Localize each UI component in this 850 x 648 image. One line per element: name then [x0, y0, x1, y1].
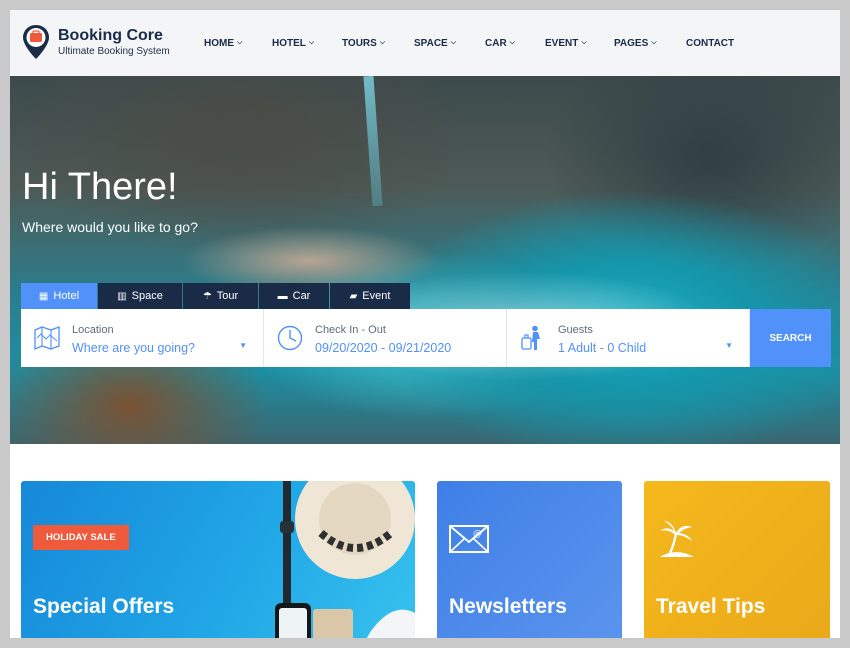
search-form: Location Where are you going? ▼ Check In… [21, 309, 831, 367]
traveler-icon [519, 325, 547, 351]
logo-title: Booking Core [58, 26, 163, 44]
holiday-sale-badge: HOLIDAY SALE [33, 525, 129, 550]
tab-hotel[interactable]: ▦ Hotel [21, 283, 97, 309]
palm-island-icon [658, 519, 696, 564]
tab-label: Event [362, 290, 391, 302]
guests-label: Guests [558, 324, 593, 336]
nav-item-event[interactable]: EVENT ⌵ [545, 38, 614, 49]
service-tabs: ▦ Hotel ▥ Space ☂ Tour ▬ Car ▰ Event [21, 283, 411, 309]
card-title: Travel Tips [656, 595, 766, 618]
card-special-offers[interactable]: HOLIDAY SALE Special Offers [21, 481, 415, 638]
chevron-down-icon: ⌵ [379, 39, 386, 46]
svg-text:@: @ [473, 529, 482, 539]
date-range-field[interactable]: Check In - Out 09/20/2020 - 09/21/2020 [264, 309, 507, 367]
location-label: Location [72, 324, 114, 336]
location-input[interactable]: Where are you going? [72, 341, 195, 355]
nav-item-hotel[interactable]: HOTEL ⌵ [272, 38, 342, 49]
chevron-down-icon: ⌵ [509, 39, 515, 46]
chevron-down-icon: ⌵ [581, 39, 587, 46]
tab-space[interactable]: ▥ Space [98, 283, 182, 309]
caret-down-icon: ▼ [239, 341, 247, 350]
tab-label: Space [131, 290, 163, 302]
dates-input[interactable]: 09/20/2020 - 09/21/2020 [315, 341, 451, 355]
hero-title: Hi There! [22, 166, 178, 208]
tab-car[interactable]: ▬ Car [259, 283, 329, 309]
building-icon: ▦ [38, 290, 49, 302]
hero-banner: Hi There! Where would you like to go? ▦ … [10, 76, 840, 444]
card-newsletters[interactable]: @ Newsletters [437, 481, 622, 638]
nav-item-label: EVENT [545, 37, 579, 49]
chevron-down-icon: ⌵ [450, 39, 457, 46]
chevron-down-icon: ⌵ [651, 39, 657, 46]
dates-label: Check In - Out [315, 324, 386, 336]
tab-label: Car [292, 290, 311, 302]
nav-item-contact[interactable]: CONTACT [686, 38, 746, 49]
nav-item-label: CAR [485, 37, 507, 49]
nav-item-label: SPACE [414, 37, 448, 49]
search-button[interactable]: SEARCH [750, 309, 831, 367]
browser-frame: Booking Core Ultimate Booking System HOM… [10, 10, 840, 638]
location-field[interactable]: Location Where are you going? ▼ [21, 309, 264, 367]
nav-item-label: PAGES [614, 37, 649, 49]
nav-item-pages[interactable]: PAGES ⌵ [614, 38, 686, 49]
nav-item-label: CONTACT [686, 37, 735, 49]
hero-waterfall [363, 76, 383, 207]
logo-pin-icon [22, 24, 50, 60]
guests-field[interactable]: Guests 1 Adult - 0 Child ▼ [507, 309, 750, 367]
envelope-icon: @ [449, 525, 489, 558]
tab-label: Hotel [53, 290, 80, 302]
main-nav: HOME ⌵ HOTEL ⌵ TOURS ⌵ SPACE ⌵ CAR ⌵ EVENT ⌵ P… [204, 10, 746, 76]
nav-item-space[interactable]: SPACE ⌵ [414, 38, 485, 49]
chevron-down-icon: ⌵ [237, 39, 243, 46]
clock-icon [276, 325, 304, 351]
nav-item-label: HOTEL [272, 37, 306, 49]
tab-label: Tour [216, 290, 239, 302]
card-title: Special Offers [33, 595, 175, 618]
guests-input[interactable]: 1 Adult - 0 Child [558, 341, 646, 355]
caret-down-icon: ▼ [725, 341, 733, 350]
logo-subtitle: Ultimate Booking System [58, 45, 170, 57]
card-title: Newsletters [449, 595, 567, 618]
chevron-down-icon: ⌵ [308, 39, 315, 46]
nav-item-home[interactable]: HOME ⌵ [204, 38, 272, 49]
nav-item-label: HOME [204, 37, 234, 49]
promo-cards: HOLIDAY SALE Special Offers @ Newsletter… [10, 444, 840, 638]
tab-event[interactable]: ▰ Event [330, 283, 410, 309]
nav-item-car[interactable]: CAR ⌵ [485, 38, 545, 49]
hero-subtitle: Where would you like to go? [22, 219, 198, 235]
logo[interactable]: Booking Core Ultimate Booking System [22, 24, 170, 60]
car-icon: ▬ [277, 290, 288, 302]
nav-item-label: TOURS [342, 37, 377, 49]
tab-tour[interactable]: ☂ Tour [183, 283, 258, 309]
office-icon: ▥ [117, 290, 127, 302]
ticket-icon: ▰ [349, 290, 358, 302]
beach-icon: ☂ [202, 290, 212, 302]
nav-item-tours[interactable]: TOURS ⌵ [342, 38, 414, 49]
site-header: Booking Core Ultimate Booking System HOM… [10, 10, 840, 76]
map-icon [33, 325, 61, 351]
card-travel-tips[interactable]: Travel Tips [644, 481, 830, 638]
